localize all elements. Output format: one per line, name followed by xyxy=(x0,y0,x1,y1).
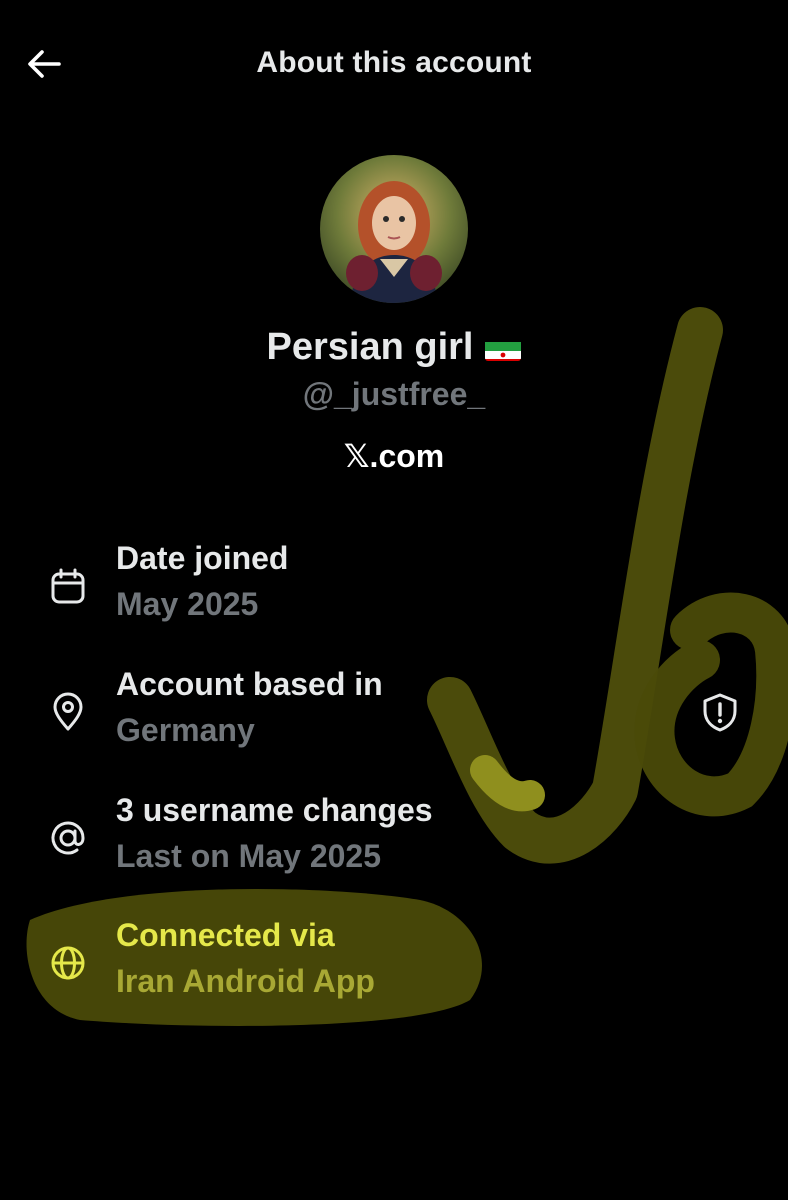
username-changes-value: Last on May 2025 xyxy=(116,838,381,874)
display-name-text: Persian girl xyxy=(266,326,474,368)
account-based-label: Account based in xyxy=(116,666,383,702)
date-joined-label: Date joined xyxy=(116,540,289,576)
calendar-icon xyxy=(44,562,92,610)
location-pin-icon xyxy=(44,688,92,736)
date-joined-value: May 2025 xyxy=(116,586,259,622)
account-based-value: Germany xyxy=(116,712,255,748)
display-name: Persian girl xyxy=(0,326,788,369)
iran-flag-icon xyxy=(485,335,522,361)
page-title: About this account xyxy=(256,46,532,79)
at-sign-icon xyxy=(44,814,92,862)
shield-alert-icon xyxy=(703,693,737,732)
username-changes-label: 3 username changes xyxy=(116,792,433,828)
connected-via-label: Connected via xyxy=(116,917,335,953)
top-bar: About this account xyxy=(0,0,788,130)
username-handle: @_justfree_ xyxy=(302,376,486,412)
connected-via-value: Iran Android App xyxy=(116,963,375,999)
shield-alert-button[interactable] xyxy=(698,690,742,734)
avatar xyxy=(320,155,468,303)
connected-via-row: Connected via Iran Android App xyxy=(0,917,788,1017)
account-based-row: Account based in Germany xyxy=(0,666,788,766)
date-joined-row: Date joined May 2025 xyxy=(0,540,788,640)
platform-label: 𝕏.com xyxy=(343,438,445,474)
username-changes-row: 3 username changes Last on May 2025 xyxy=(0,792,788,892)
globe-icon xyxy=(44,939,92,987)
